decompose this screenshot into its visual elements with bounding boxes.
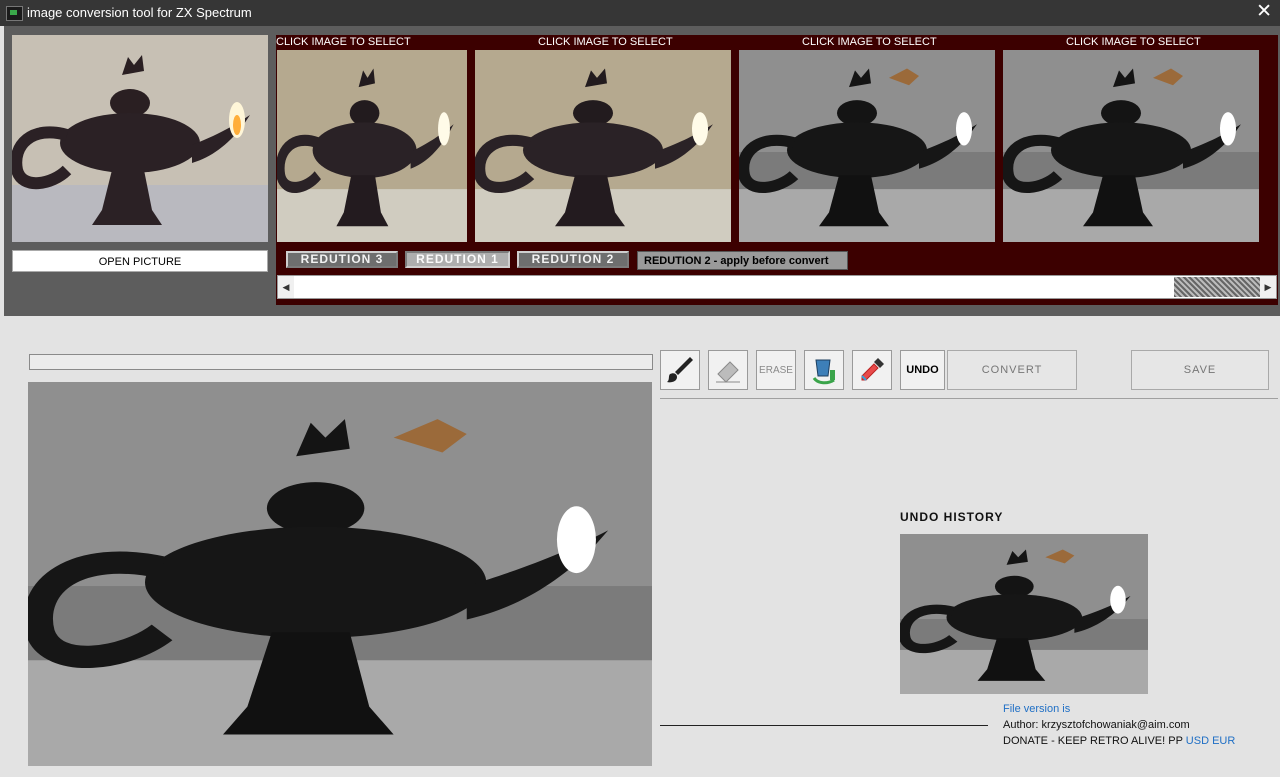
scroll-left-icon[interactable]: ◀ [278, 276, 294, 298]
erase-button[interactable]: ERASE [756, 350, 796, 390]
source-image [12, 35, 268, 242]
reduction-1-button[interactable]: REDUTION 1 [405, 251, 510, 268]
scroll-thumb[interactable] [1174, 277, 1260, 297]
reduction-2-button[interactable]: REDUTION 2 [517, 251, 629, 268]
select-caption: CLICK IMAGE TO SELECT [802, 36, 937, 48]
brush-tool-button[interactable] [660, 350, 700, 390]
select-caption: CLICK IMAGE TO SELECT [1066, 36, 1201, 48]
eyedropper-tool-button[interactable] [852, 350, 892, 390]
donate-line: DONATE - KEEP RETRO ALIVE! PP USD EUR [1003, 735, 1235, 747]
donate-eur-link[interactable]: EUR [1212, 735, 1235, 747]
window-title: image conversion tool for ZX Spectrum [27, 5, 252, 20]
scroll-right-icon[interactable]: ▶ [1260, 276, 1276, 298]
open-picture-button[interactable]: OPEN PICTURE [12, 250, 268, 272]
reduction-3-button[interactable]: REDUTION 3 [286, 251, 398, 268]
author-text: Author: krzysztofchowaniak@aim.com [1003, 719, 1190, 731]
fill-tool-button[interactable] [804, 350, 844, 390]
undo-history-thumbnail[interactable] [900, 534, 1148, 694]
eraser-icon [716, 361, 740, 383]
progress-bar [29, 354, 653, 370]
save-button[interactable]: SAVE [1131, 350, 1269, 390]
undo-button[interactable]: UNDO [900, 350, 945, 390]
eraser-tool-button[interactable] [708, 350, 748, 390]
close-icon[interactable]: ✕ [1256, 2, 1272, 22]
conversion-preview-4[interactable] [1003, 50, 1259, 242]
preview-scrollbar[interactable]: ◀ ▶ [277, 275, 1277, 299]
info-divider [660, 725, 988, 726]
toolbar-divider [660, 398, 1278, 399]
paint-bucket-icon [812, 359, 835, 385]
conversion-preview-1[interactable] [277, 50, 467, 242]
brush-icon [667, 357, 693, 383]
app-icon [6, 6, 23, 21]
undo-history-title: UNDO HISTORY [900, 510, 1004, 524]
donate-text: DONATE - KEEP RETRO ALIVE! PP [1003, 735, 1183, 747]
convert-button[interactable]: CONVERT [947, 350, 1077, 390]
donate-usd-link[interactable]: USD [1186, 735, 1209, 747]
conversion-preview-2[interactable] [475, 50, 731, 242]
conversion-preview-3[interactable] [739, 50, 995, 242]
select-caption: CLICK IMAGE TO SELECT [276, 36, 411, 48]
eyedropper-icon [861, 358, 884, 381]
active-reduction-label: REDUTION 2 - apply before convert [637, 251, 848, 270]
file-version-text: File version is [1003, 703, 1071, 715]
main-canvas[interactable] [28, 382, 652, 766]
select-caption: CLICK IMAGE TO SELECT [538, 36, 673, 48]
title-bar: image conversion tool for ZX Spectrum ✕ [0, 0, 1280, 26]
